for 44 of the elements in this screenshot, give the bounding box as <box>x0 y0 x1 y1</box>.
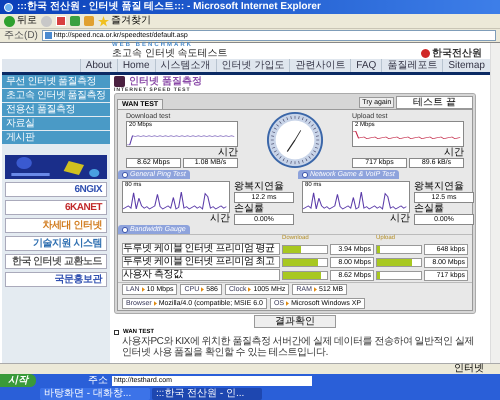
axis-label: 시간 <box>390 213 410 224</box>
arrow-icon <box>154 301 157 306</box>
favorites-button[interactable]: 즐겨찾기 <box>98 16 151 26</box>
star-icon <box>98 16 109 26</box>
zone-label: 인터넷 <box>454 364 484 374</box>
banner-link[interactable]: 국문홍보관 <box>5 272 107 287</box>
browser-icon <box>4 2 13 12</box>
taskbar-button[interactable]: :::한국 전산원 - 인... <box>152 388 262 400</box>
arrow-icon <box>314 287 317 292</box>
logo-text: 한국전산원 <box>432 48 482 59</box>
row-label: 사용자 측정값 <box>122 269 280 281</box>
start-button[interactable]: 시작 <box>0 374 36 387</box>
bullet-icon <box>114 330 119 335</box>
metric-label: 손실률 <box>234 203 265 214</box>
scrollbar[interactable] <box>490 43 500 363</box>
axis-label: 시간 <box>218 147 238 158</box>
arrow-icon <box>142 287 145 292</box>
arrow-icon <box>248 287 252 292</box>
banner-link[interactable]: 6NGIX <box>5 182 107 197</box>
status-field: 테스트 끝 <box>396 96 473 109</box>
row-label: 두루넷 케이블 인터넷 프리미엄 평균 <box>122 243 280 255</box>
site-title: 초고속 인터넷 속도테스트 <box>112 48 228 59</box>
arrow-icon <box>201 287 204 292</box>
metric-label: 왕복지연율 <box>414 181 465 192</box>
logo-icon <box>421 49 430 58</box>
taskbar-button[interactable]: 바탕화면 - 대화창... <box>40 388 150 400</box>
banner-link[interactable]: 한국 인터넷 교환노드 <box>5 254 107 269</box>
address-label: 주소 <box>88 376 108 386</box>
metric-label: 손실률 <box>414 203 445 214</box>
page-title: 인터넷 품질측정 <box>129 76 202 87</box>
address-label: 주소(D) <box>4 30 38 40</box>
metric-label: 왕복지연율 <box>234 181 285 192</box>
back-button[interactable]: 뒤로 <box>4 16 37 26</box>
banner-link[interactable]: 기술지원 시스템 <box>5 236 107 251</box>
info-text: 사용자PC와 KIX에 위치한 품질측정 서버간에 실제 데이터를 전송하여 일반적인 실제 인터넷 사용 품질을 확인할 수 있는 테스트입니다. <box>121 336 476 358</box>
axis-label: 시간 <box>444 147 464 158</box>
arrow-icon <box>286 301 290 306</box>
banner-link[interactable]: 6KANET <box>5 200 107 215</box>
stop-icon[interactable] <box>56 16 66 26</box>
result-button[interactable]: 결과확인 <box>254 315 336 328</box>
axis-label: 시간 <box>210 213 230 224</box>
speedometer-dial <box>266 111 324 169</box>
window-title: :::한국 전산원 - 인터넷 품질 테스트::: - Microsoft Internet Explorer <box>17 2 321 12</box>
row-label: 두루넷 케이블 인터넷 프리미엄 최고 <box>122 256 280 268</box>
